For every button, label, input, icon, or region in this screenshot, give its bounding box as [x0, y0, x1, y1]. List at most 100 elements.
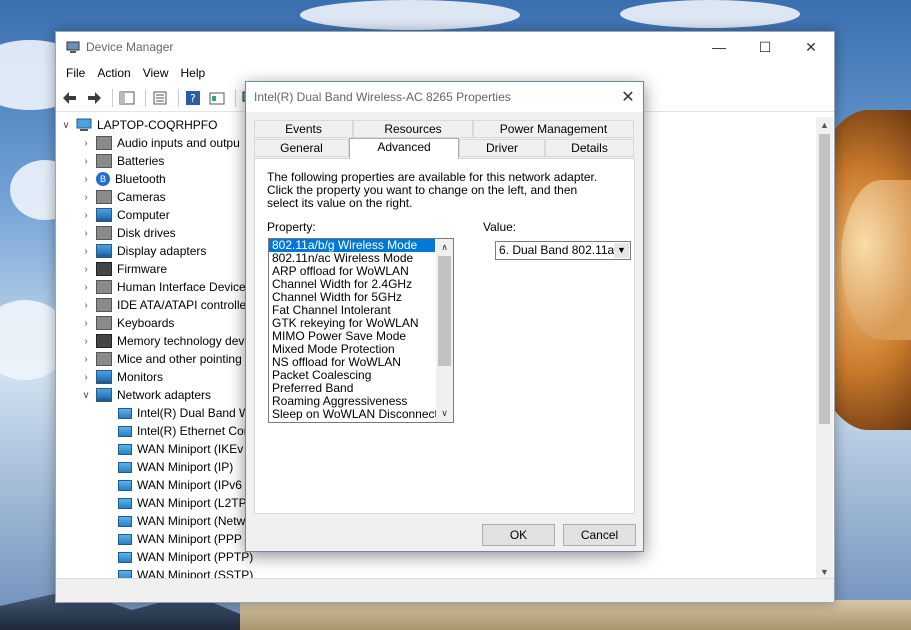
chevron-right-icon[interactable]: ›	[80, 156, 92, 167]
ok-button[interactable]: OK	[482, 524, 555, 546]
chevron-down-icon[interactable]: ∨	[60, 120, 72, 131]
show-hide-console-tree-icon[interactable]	[117, 88, 137, 108]
chevron-right-icon[interactable]: ›	[80, 264, 92, 275]
value-dropdown[interactable]: 6. Dual Band 802.11a/b ▼	[495, 241, 631, 260]
tree-category[interactable]: › Computer	[80, 206, 170, 224]
tree-category[interactable]: › Monitors	[80, 368, 163, 386]
network-adapter-item[interactable]: WAN Miniport (IKEv	[118, 440, 243, 458]
dialog-close-icon[interactable]: ✕	[613, 87, 643, 107]
network-adapter-item[interactable]: WAN Miniport (L2TP	[118, 494, 247, 512]
network-adapter-item[interactable]: Intel(R) Ethernet Cor	[118, 422, 248, 440]
status-bar	[56, 578, 834, 602]
device-manager-app-icon	[66, 40, 80, 54]
tree-category[interactable]: › B Bluetooth	[80, 170, 166, 188]
window-title: Device Manager	[86, 40, 174, 54]
chevron-right-icon[interactable]: ›	[80, 210, 92, 221]
forward-arrow-icon[interactable]	[84, 88, 104, 108]
tree-category[interactable]: › Disk drives	[80, 224, 176, 242]
tab-events[interactable]: Events	[254, 120, 353, 138]
tree-category[interactable]: › Cameras	[80, 188, 166, 206]
scroll-up-arrow-icon[interactable]: ▲	[816, 117, 833, 134]
tab-power-management[interactable]: Power Management	[473, 120, 634, 138]
chevron-right-icon[interactable]: ›	[80, 138, 92, 149]
tree-category[interactable]: ∨ Network adapters	[80, 386, 211, 404]
dialog-title: Intel(R) Dual Band Wireless-AC 8265 Prop…	[254, 90, 511, 104]
property-list-item[interactable]: Sleep on WoWLAN Disconnect	[269, 408, 438, 421]
network-icon	[96, 388, 112, 402]
tree-scrollbar[interactable]: ▲ ▼	[816, 117, 833, 581]
menu-help[interactable]: Help	[175, 66, 212, 80]
tree-category-label: Display adapters	[117, 244, 207, 258]
dropdown-arrow-icon[interactable]: ▼	[614, 243, 629, 258]
maximize-button[interactable]: ☐	[742, 32, 788, 62]
network-adapter-icon	[118, 425, 132, 437]
monitor-icon	[96, 370, 112, 384]
chevron-up-icon[interactable]: ∧	[436, 239, 453, 256]
network-adapter-label: WAN Miniport (PPP	[137, 532, 242, 546]
chevron-down-icon[interactable]: ∨	[80, 390, 92, 401]
property-list-scrollbar[interactable]: ∧ ∨	[436, 239, 453, 422]
chevron-right-icon[interactable]: ›	[80, 300, 92, 311]
window-titlebar[interactable]: Device Manager — ☐ ✕	[56, 32, 834, 62]
speaker-icon	[96, 136, 112, 150]
menu-view[interactable]: View	[137, 66, 175, 80]
value-dropdown-text: 6. Dual Band 802.11a/b	[499, 243, 625, 257]
network-adapter-item[interactable]: WAN Miniport (Netw	[118, 512, 245, 530]
tree-category[interactable]: › IDE ATA/ATAPI controlle	[80, 296, 246, 314]
tree-category[interactable]: › Firmware	[80, 260, 167, 278]
properties-icon[interactable]	[150, 88, 170, 108]
chevron-right-icon[interactable]: ›	[80, 282, 92, 293]
chevron-right-icon[interactable]: ›	[80, 354, 92, 365]
dialog-titlebar[interactable]: Intel(R) Dual Band Wireless-AC 8265 Prop…	[246, 82, 643, 112]
tree-category[interactable]: › Batteries	[80, 152, 164, 170]
tree-category-label: Cameras	[117, 190, 166, 204]
network-adapter-label: WAN Miniport (PPTP)	[137, 550, 254, 564]
svg-text:?: ?	[190, 92, 196, 105]
tab-advanced[interactable]: Advanced	[349, 138, 459, 159]
tree-category-label: Firmware	[117, 262, 167, 276]
tree-category-label: Memory technology dev	[117, 334, 245, 348]
tab-driver[interactable]: Driver	[459, 139, 545, 157]
network-adapter-label: WAN Miniport (L2TP	[137, 496, 247, 510]
help-icon[interactable]: ?	[183, 88, 203, 108]
scroll-thumb[interactable]	[819, 134, 830, 424]
property-listbox[interactable]: 802.11a/b/g Wireless Mode 802.11n/ac Wire…	[268, 238, 454, 423]
tree-category[interactable]: › Memory technology dev	[80, 332, 244, 350]
chevron-down-icon[interactable]: ∨	[436, 405, 453, 422]
tree-category[interactable]: › Keyboards	[80, 314, 174, 332]
tree-root[interactable]: ∨ LAPTOP-COQRHPFO	[60, 116, 217, 134]
network-adapter-item[interactable]: WAN Miniport (PPP	[118, 530, 242, 548]
menu-action[interactable]: Action	[91, 66, 136, 80]
computer-icon	[96, 208, 112, 222]
chevron-right-icon[interactable]: ›	[80, 372, 92, 383]
chevron-right-icon[interactable]: ›	[80, 174, 92, 185]
value-label: Value:	[483, 220, 517, 234]
tree-category[interactable]: › Mice and other pointing	[80, 350, 242, 368]
cancel-button[interactable]: Cancel	[563, 524, 636, 546]
network-adapter-item[interactable]: WAN Miniport (PPTP)	[118, 548, 253, 566]
tree-category-label: IDE ATA/ATAPI controlle	[117, 298, 247, 312]
chevron-right-icon[interactable]: ›	[80, 318, 92, 329]
property-list-scroll-thumb[interactable]	[438, 256, 451, 366]
close-button[interactable]: ✕	[788, 32, 834, 62]
network-adapter-item[interactable]: WAN Miniport (IPv6	[118, 476, 242, 494]
minimize-button[interactable]: —	[696, 32, 742, 62]
network-adapter-item[interactable]: WAN Miniport (IP)	[118, 458, 233, 476]
back-arrow-icon[interactable]	[60, 88, 80, 108]
chevron-right-icon[interactable]: ›	[80, 228, 92, 239]
tree-category[interactable]: › Display adapters	[80, 242, 206, 260]
tree-category[interactable]: › Human Interface Device	[80, 278, 246, 296]
chevron-right-icon[interactable]: ›	[80, 192, 92, 203]
tab-details[interactable]: Details	[545, 139, 634, 157]
network-adapter-item[interactable]: WAN Miniport (SSTP)	[118, 566, 253, 578]
property-label: Property:	[267, 220, 316, 234]
tree-category[interactable]: › Audio inputs and outpu	[80, 134, 240, 152]
chevron-right-icon[interactable]: ›	[80, 246, 92, 257]
network-adapter-label: WAN Miniport (Netw	[137, 514, 246, 528]
device-view-icon[interactable]	[207, 88, 227, 108]
menu-file[interactable]: File	[60, 66, 91, 80]
tab-general[interactable]: General	[254, 139, 349, 157]
network-adapter-item[interactable]: Intel(R) Dual Band W	[118, 404, 250, 422]
chevron-right-icon[interactable]: ›	[80, 336, 92, 347]
tab-resources[interactable]: Resources	[353, 120, 473, 138]
